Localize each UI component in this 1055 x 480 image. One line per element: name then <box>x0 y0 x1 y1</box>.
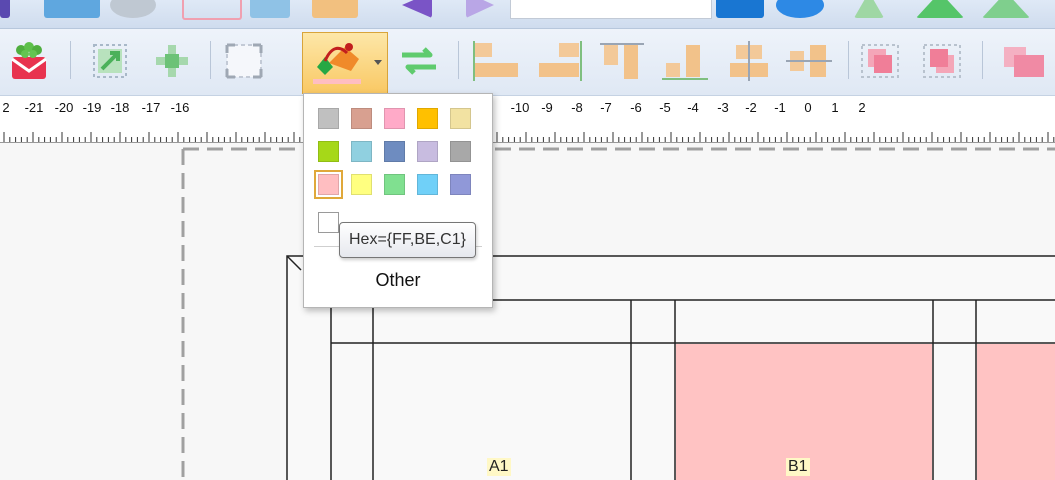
main-toolbar <box>0 29 1055 96</box>
toolbar-separator <box>70 41 71 79</box>
ruler-label: -10 <box>510 100 530 115</box>
align-center-horizontal-icon <box>730 41 768 81</box>
globe-icon[interactable] <box>776 0 824 18</box>
horizontal-ruler: 2 -21 -20 -19 -18 -17 -16 -10 -9 -8 -7 -… <box>0 96 1055 143</box>
align-top-icon <box>600 43 644 79</box>
color-picker-dropdown: Other <box>303 93 493 308</box>
top-toolbar <box>0 0 1055 29</box>
tree-icon-2[interactable] <box>916 0 964 18</box>
ruler-label: 2 <box>858 100 866 115</box>
align-center-vertical-button[interactable] <box>786 41 832 79</box>
swap-button[interactable] <box>396 41 442 79</box>
color-swatch[interactable] <box>450 141 471 162</box>
back-arrow-icon[interactable] <box>402 0 432 18</box>
partial-icon-1[interactable] <box>0 0 10 18</box>
ruler-label: 2 <box>2 100 10 115</box>
bring-front-button[interactable] <box>858 41 904 79</box>
ruler-label: -19 <box>82 100 102 115</box>
color-swatch[interactable] <box>417 174 438 195</box>
align-top-button[interactable] <box>600 41 644 79</box>
chevron-down-icon[interactable] <box>374 60 382 65</box>
search-input[interactable] <box>510 0 712 19</box>
ruler-label: -3 <box>717 100 729 115</box>
ruler-label: -6 <box>630 100 642 115</box>
align-left-icon <box>473 41 518 81</box>
group-icon <box>1004 47 1044 77</box>
gift-icon <box>11 42 47 79</box>
color-swatch[interactable] <box>450 108 471 129</box>
color-swatch[interactable] <box>351 141 372 162</box>
ruler-label: -1 <box>774 100 786 115</box>
image-icon[interactable] <box>250 0 290 18</box>
bring-front-icon <box>861 44 899 78</box>
curve-icon[interactable] <box>182 0 242 20</box>
cell-label-b1: B1 <box>786 458 810 476</box>
toolbar-separator <box>210 41 211 79</box>
color-swatch[interactable] <box>450 174 471 195</box>
cell-c1-fill[interactable] <box>977 344 1055 480</box>
ruler-label: -7 <box>600 100 612 115</box>
film-icon[interactable] <box>716 0 764 18</box>
toolbar-separator <box>982 41 983 79</box>
ruler-label: 1 <box>831 100 839 115</box>
color-swatch[interactable] <box>351 108 372 129</box>
current-color-bar <box>313 79 361 84</box>
ruler-label: -16 <box>170 100 190 115</box>
group-button[interactable] <box>996 41 1052 79</box>
fill-color-button[interactable] <box>302 32 388 94</box>
align-right-button[interactable] <box>535 41 585 81</box>
color-swatch[interactable] <box>351 174 372 195</box>
color-swatch[interactable] <box>417 141 438 162</box>
color-swatch[interactable] <box>417 108 438 129</box>
send-back-icon <box>923 44 961 78</box>
chart-icon[interactable] <box>44 0 100 18</box>
drawing-canvas[interactable]: A1 B1 <box>0 143 1055 480</box>
ruler-label: -18 <box>110 100 130 115</box>
folder-icon[interactable] <box>312 0 358 18</box>
swap-arrows-icon <box>402 47 436 75</box>
ruler-label: -9 <box>541 100 553 115</box>
ruler-label: -8 <box>571 100 583 115</box>
ruler-label: -5 <box>659 100 671 115</box>
hex-tooltip: Hex={FF,BE,C1} <box>339 222 476 258</box>
tree-icon-1[interactable] <box>854 0 884 18</box>
color-swatch[interactable] <box>384 141 405 162</box>
cell-label-a1: A1 <box>487 458 511 476</box>
color-swatch[interactable] <box>318 108 339 129</box>
align-center-vertical-icon <box>786 45 832 77</box>
resize-button[interactable] <box>90 41 130 79</box>
other-colors-button[interactable]: Other <box>304 260 492 300</box>
ruler-label: -21 <box>24 100 44 115</box>
resize-expand-icon <box>93 44 127 78</box>
select-frame-icon <box>225 43 263 79</box>
send-back-button[interactable] <box>920 41 966 79</box>
fill-color-icon <box>317 43 359 75</box>
toolbar-separator <box>848 41 849 79</box>
color-swatch[interactable] <box>314 170 343 199</box>
ruler-label: -2 <box>745 100 757 115</box>
align-center-horizontal-button[interactable] <box>726 41 772 81</box>
align-bottom-button[interactable] <box>662 41 708 80</box>
ruler-ticks <box>3 132 1055 142</box>
ruler-label: -17 <box>141 100 161 115</box>
select-frame-button[interactable] <box>222 41 268 79</box>
color-swatch[interactable] <box>318 141 339 162</box>
align-bottom-icon <box>662 45 708 80</box>
gift-button[interactable] <box>8 41 50 79</box>
ruler-label: -4 <box>687 100 699 115</box>
circle-icon[interactable] <box>110 0 156 18</box>
color-swatch[interactable] <box>384 108 405 129</box>
align-left-button[interactable] <box>470 41 522 81</box>
tree-icon-3[interactable] <box>982 0 1030 18</box>
forward-arrow-icon[interactable] <box>466 0 494 18</box>
color-swatch[interactable] <box>384 174 405 195</box>
ruler-label: 0 <box>804 100 812 115</box>
add-node-button[interactable] <box>152 41 192 79</box>
add-node-icon <box>156 45 188 77</box>
toolbar-separator <box>458 41 459 79</box>
swatch-white[interactable] <box>318 212 339 233</box>
canvas-drawing <box>181 147 1055 480</box>
ruler-label: -20 <box>54 100 74 115</box>
align-right-icon <box>539 41 582 81</box>
